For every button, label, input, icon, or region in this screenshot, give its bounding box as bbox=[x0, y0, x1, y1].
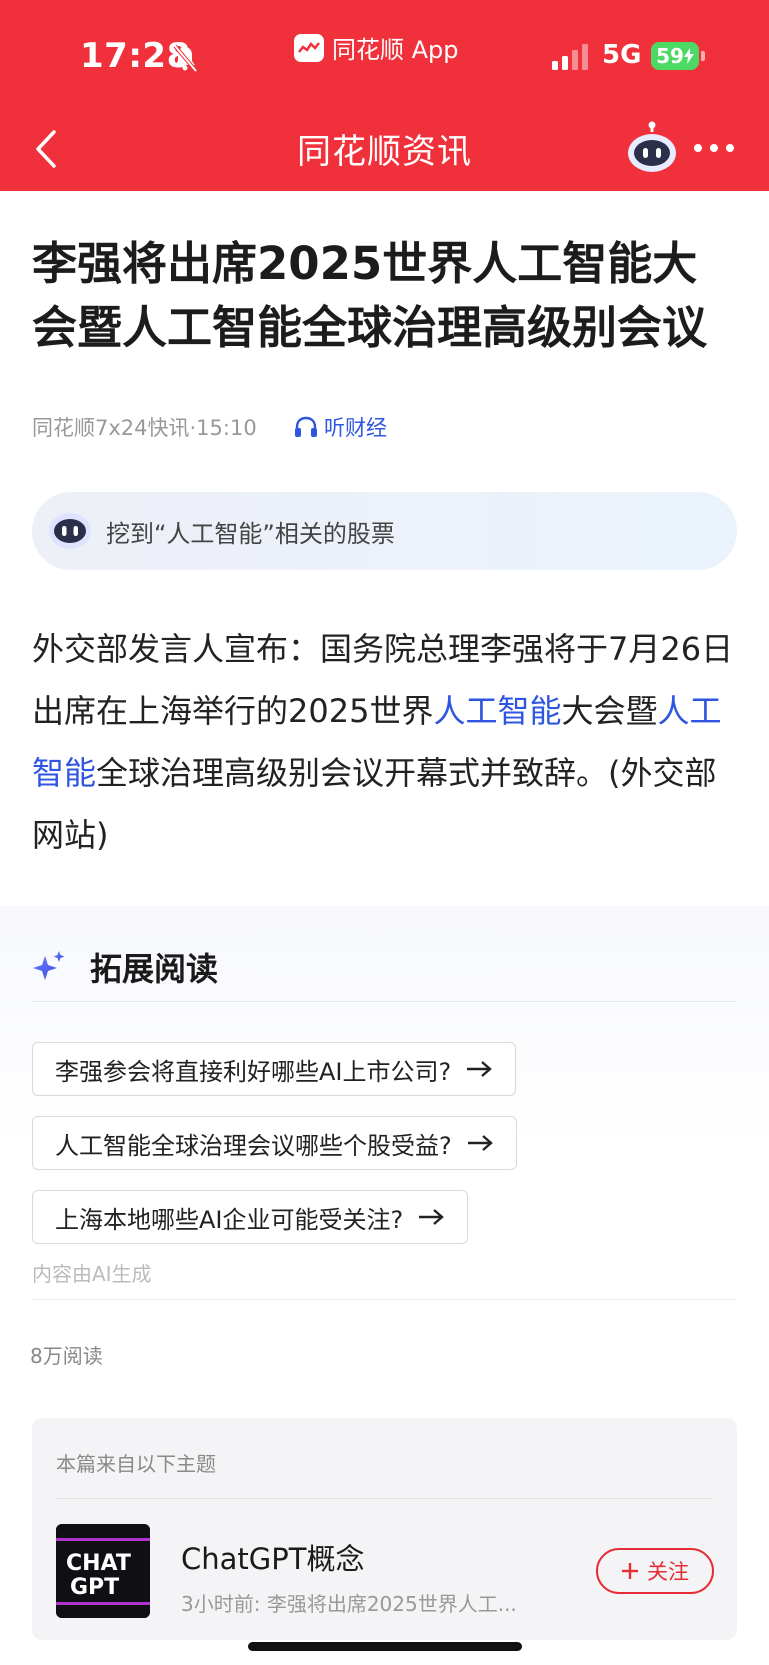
charging-bolt-icon bbox=[683, 48, 694, 64]
top-header: 17:28 同花顺 App 5G 59 同花顺资讯 bbox=[0, 0, 769, 191]
arrow-right-icon bbox=[467, 1061, 493, 1077]
question-chip[interactable]: 上海本地哪些AI企业可能受关注? bbox=[32, 1190, 469, 1244]
divider bbox=[32, 1001, 737, 1002]
topic-header: 本篇来自以下主题 bbox=[56, 1452, 216, 1476]
app-logo-icon bbox=[294, 33, 324, 62]
robot-assistant-icon bbox=[49, 513, 91, 549]
body-text: 大会暨 bbox=[561, 692, 658, 730]
follow-button[interactable]: 关注 bbox=[596, 1548, 714, 1594]
extended-reading-title: 拓展阅读 bbox=[90, 950, 219, 988]
topic-card[interactable]: 本篇来自以下主题 CHAT GPT ChatGPT概念 3小时前: 李强将出席2… bbox=[32, 1418, 737, 1640]
listen-button[interactable]: 听财经 bbox=[294, 412, 387, 442]
ai-prompt-text: 挖到“人工智能”相关的股票 bbox=[106, 519, 395, 548]
read-count: 8万阅读 bbox=[30, 1344, 103, 1368]
extended-reading-section: 拓展阅读 李强参会将直接利好哪些AI上市公司? 人工智能全球治理会议哪些个股受益… bbox=[0, 906, 769, 1306]
body-text: 全球治理高级别会议开幕式并致辞。(外交部网站) bbox=[32, 754, 717, 854]
article-body: 外交部发言人宣布：国务院总理李强将于7月26日出席在上海举行的2025世界人工智… bbox=[32, 618, 742, 866]
divider bbox=[56, 1498, 713, 1499]
arrow-right-icon bbox=[467, 1135, 493, 1151]
network-type: 5G bbox=[602, 40, 642, 70]
question-text: 李强参会将直接利好哪些AI上市公司? bbox=[55, 1057, 452, 1086]
listen-label: 听财经 bbox=[324, 416, 387, 440]
topic-logo: CHAT GPT bbox=[56, 1524, 150, 1618]
follow-label: 关注 bbox=[647, 1560, 689, 1584]
app-indicator[interactable]: 同花顺 App bbox=[294, 30, 459, 65]
topic-name: ChatGPT概念 bbox=[181, 1542, 365, 1576]
article-title: 李强将出席2025世界人工智能大会暨人工智能全球治理高级别会议 bbox=[32, 237, 708, 354]
source-time: 同花顺7x24快讯·15:10 bbox=[32, 416, 257, 440]
question-chip[interactable]: 人工智能全球治理会议哪些个股受益? bbox=[32, 1116, 517, 1170]
status-bar: 17:28 同花顺 App 5G 59 bbox=[0, 0, 769, 110]
sparkle-icon bbox=[33, 951, 65, 980]
arrow-right-icon bbox=[419, 1209, 445, 1225]
question-text: 上海本地哪些AI企业可能受关注? bbox=[55, 1205, 404, 1234]
home-indicator[interactable] bbox=[248, 1642, 522, 1651]
nav-bar: 同花顺资讯 bbox=[0, 110, 769, 191]
robot-assistant-icon[interactable] bbox=[626, 120, 678, 174]
ai-stock-prompt[interactable]: 挖到“人工智能”相关的股票 bbox=[32, 492, 737, 570]
topic-logo-text: CHAT bbox=[66, 1551, 131, 1576]
question-chip[interactable]: 李强参会将直接利好哪些AI上市公司? bbox=[32, 1042, 517, 1096]
topic-logo-text: GPT bbox=[70, 1575, 119, 1600]
headphones-icon bbox=[295, 416, 317, 437]
keyword-link[interactable]: 人工智能 bbox=[433, 692, 561, 730]
mute-bell-icon bbox=[173, 44, 198, 72]
extended-reading-header: 拓展阅读 bbox=[32, 944, 218, 990]
question-text: 人工智能全球治理会议哪些个股受益? bbox=[55, 1131, 452, 1160]
plus-icon bbox=[622, 1563, 638, 1579]
divider bbox=[32, 1299, 737, 1300]
signal-icon bbox=[552, 44, 588, 70]
topic-subtitle: 3小时前: 李强将出席2025世界人工... bbox=[181, 1592, 517, 1616]
ai-generated-note: 内容由AI生成 bbox=[32, 1262, 152, 1286]
battery-level: 59 bbox=[656, 44, 684, 68]
battery-indicator: 59 bbox=[651, 42, 705, 70]
article-meta: 同花顺7x24快讯·15:10 bbox=[32, 412, 257, 442]
app-name: 同花顺 App bbox=[332, 36, 459, 64]
more-dots-icon[interactable] bbox=[694, 136, 734, 160]
